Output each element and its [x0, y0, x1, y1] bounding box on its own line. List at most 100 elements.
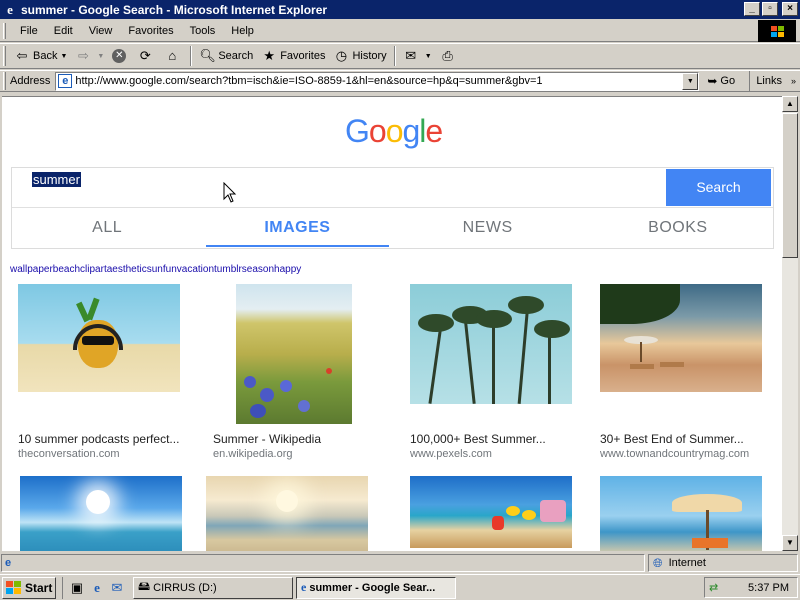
- task-label: summer - Google Sear...: [309, 581, 436, 594]
- forward-button[interactable]: ⇨ ▼: [71, 45, 108, 67]
- menu-favorites[interactable]: Favorites: [120, 23, 181, 39]
- result-source[interactable]: www.townandcountrymag.com: [600, 448, 749, 460]
- system-tray: ⇄ 5:37 PM: [704, 577, 798, 598]
- history-button[interactable]: ◷ History: [329, 45, 390, 67]
- toolbar-grip[interactable]: [3, 46, 6, 66]
- minimize-button[interactable]: _: [744, 2, 760, 16]
- show-desktop-icon[interactable]: ▣: [67, 578, 87, 598]
- taskbar-item-ie[interactable]: e summer - Google Sear...: [296, 576, 456, 599]
- menu-view[interactable]: View: [81, 23, 121, 39]
- scroll-up-button[interactable]: ▲: [782, 96, 798, 112]
- window-title: summer - Google Search - Microsoft Inter…: [21, 2, 328, 17]
- result-caption[interactable]: 30+ Best End of Summer...: [600, 432, 744, 446]
- go-button[interactable]: ➥ Go: [707, 74, 735, 88]
- status-text-panel: e: [1, 554, 645, 572]
- menu-edit[interactable]: Edit: [46, 23, 81, 39]
- image-thumbnail[interactable]: [600, 284, 762, 392]
- chevron-right-icon: »: [790, 76, 796, 86]
- image-thumbnail[interactable]: [18, 284, 180, 392]
- result-caption[interactable]: 10 summer podcasts perfect...: [18, 432, 179, 446]
- mouse-pointer-icon: [223, 182, 237, 203]
- security-zone-panel[interactable]: 🌐︎ Internet: [648, 554, 798, 572]
- stop-button[interactable]: ✕: [108, 45, 133, 67]
- search-icon: 🔍︎: [199, 48, 216, 63]
- scroll-thumb[interactable]: [782, 113, 798, 258]
- search-input[interactable]: summer: [14, 170, 667, 206]
- image-thumbnail[interactable]: [206, 476, 368, 551]
- result-caption[interactable]: 100,000+ Best Summer...: [410, 432, 546, 446]
- image-thumbnail[interactable]: [20, 476, 182, 551]
- start-button[interactable]: Start: [2, 576, 56, 599]
- page-icon: e: [58, 74, 73, 88]
- internet-explorer-icon[interactable]: e: [87, 578, 107, 598]
- image-thumbnail[interactable]: [236, 284, 352, 424]
- mail-button[interactable]: ✉ ▼: [399, 45, 436, 67]
- search-box: summer Search ALL IMAGES NEWS BOOKS: [11, 167, 774, 249]
- search-button[interactable]: 🔍︎ Search: [195, 45, 257, 67]
- back-button[interactable]: ⇦ Back ▼: [10, 45, 71, 67]
- menu-bar: File Edit View Favorites Tools Help: [0, 20, 800, 42]
- print-icon: ⎙: [442, 48, 453, 63]
- favorites-button[interactable]: ★ Favorites: [257, 45, 329, 67]
- vertical-scrollbar[interactable]: ▲ ▼: [782, 96, 798, 551]
- toolbar-separator: [190, 46, 193, 66]
- print-button[interactable]: ⎙: [436, 45, 463, 67]
- chevron-down-icon[interactable]: ▼: [425, 53, 432, 60]
- back-label: Back: [33, 50, 58, 62]
- logo-letter: G: [345, 113, 370, 149]
- address-input[interactable]: e http://www.google.com/search?tbm=isch&…: [55, 71, 700, 91]
- image-thumbnail[interactable]: [410, 476, 572, 548]
- back-arrow-icon: ⇦: [16, 48, 28, 63]
- title-bar[interactable]: e summer - Google Search - Microsoft Int…: [0, 0, 800, 19]
- links-button[interactable]: Links »: [749, 71, 800, 91]
- chevron-down-icon[interactable]: ▼: [60, 53, 67, 60]
- address-dropdown-button[interactable]: ▼: [682, 72, 699, 90]
- scroll-down-button[interactable]: ▼: [782, 535, 798, 551]
- start-label: Start: [25, 580, 53, 595]
- outlook-express-icon[interactable]: ✉: [107, 578, 127, 598]
- menu-file[interactable]: File: [12, 23, 46, 39]
- address-label: Address: [10, 75, 51, 87]
- refresh-button[interactable]: ⟳: [133, 45, 160, 67]
- quick-launch: ▣ e ✉: [62, 576, 127, 599]
- maximize-button[interactable]: ▫: [762, 2, 778, 16]
- favorites-icon: ★: [263, 48, 276, 63]
- home-button[interactable]: ⌂: [160, 45, 187, 67]
- close-button[interactable]: ×: [782, 2, 798, 16]
- tab-books[interactable]: BOOKS: [583, 208, 773, 248]
- menu-help[interactable]: Help: [223, 23, 262, 39]
- result-source[interactable]: theconversation.com: [18, 448, 120, 460]
- image-thumbnail[interactable]: [600, 476, 762, 551]
- result-caption[interactable]: Summer - Wikipedia: [213, 432, 321, 446]
- address-bar: Address e http://www.google.com/search?t…: [0, 70, 800, 92]
- address-grip[interactable]: [3, 72, 6, 90]
- search-query[interactable]: summer: [32, 172, 81, 187]
- refresh-icon: ⟳: [139, 48, 151, 63]
- browser-content: Google summer Search ALL IMAGES NEWS BOO…: [2, 96, 782, 551]
- chevron-down-icon[interactable]: ▼: [97, 53, 104, 60]
- clock[interactable]: 5:37 PM: [748, 582, 789, 594]
- ie-logo-icon: e: [7, 1, 13, 17]
- menu-grip[interactable]: [3, 22, 6, 39]
- result-source[interactable]: en.wikipedia.org: [213, 448, 293, 460]
- taskbar-item-cirrus[interactable]: 🖴︎ CIRRUS (D:): [133, 576, 293, 599]
- tab-images[interactable]: IMAGES: [202, 208, 392, 248]
- related-searches-link[interactable]: wallpaperbeachclipartaestheticsunfunvaca…: [10, 264, 301, 275]
- address-url[interactable]: http://www.google.com/search?tbm=isch&ie…: [75, 75, 542, 87]
- favorites-label: Favorites: [280, 50, 326, 62]
- tab-news[interactable]: NEWS: [393, 208, 583, 248]
- tab-all[interactable]: ALL: [12, 208, 202, 248]
- logo-letter: o: [385, 113, 404, 149]
- google-logo[interactable]: Google: [345, 113, 443, 150]
- task-label: CIRRUS (D:): [153, 581, 217, 594]
- network-icon[interactable]: ⇄: [709, 581, 718, 594]
- google-search-button[interactable]: Search: [666, 169, 771, 206]
- result-source[interactable]: www.pexels.com: [410, 448, 492, 460]
- forward-arrow-icon: ⇨: [77, 48, 89, 63]
- taskbar: Start ▣ e ✉ 🖴︎ CIRRUS (D:) e summer - Go…: [0, 574, 800, 600]
- image-thumbnail[interactable]: [410, 284, 572, 404]
- menu-tools[interactable]: Tools: [182, 23, 224, 39]
- history-icon: ◷: [335, 48, 348, 63]
- windows-flag-icon: [758, 20, 796, 42]
- search-label: Search: [218, 50, 254, 62]
